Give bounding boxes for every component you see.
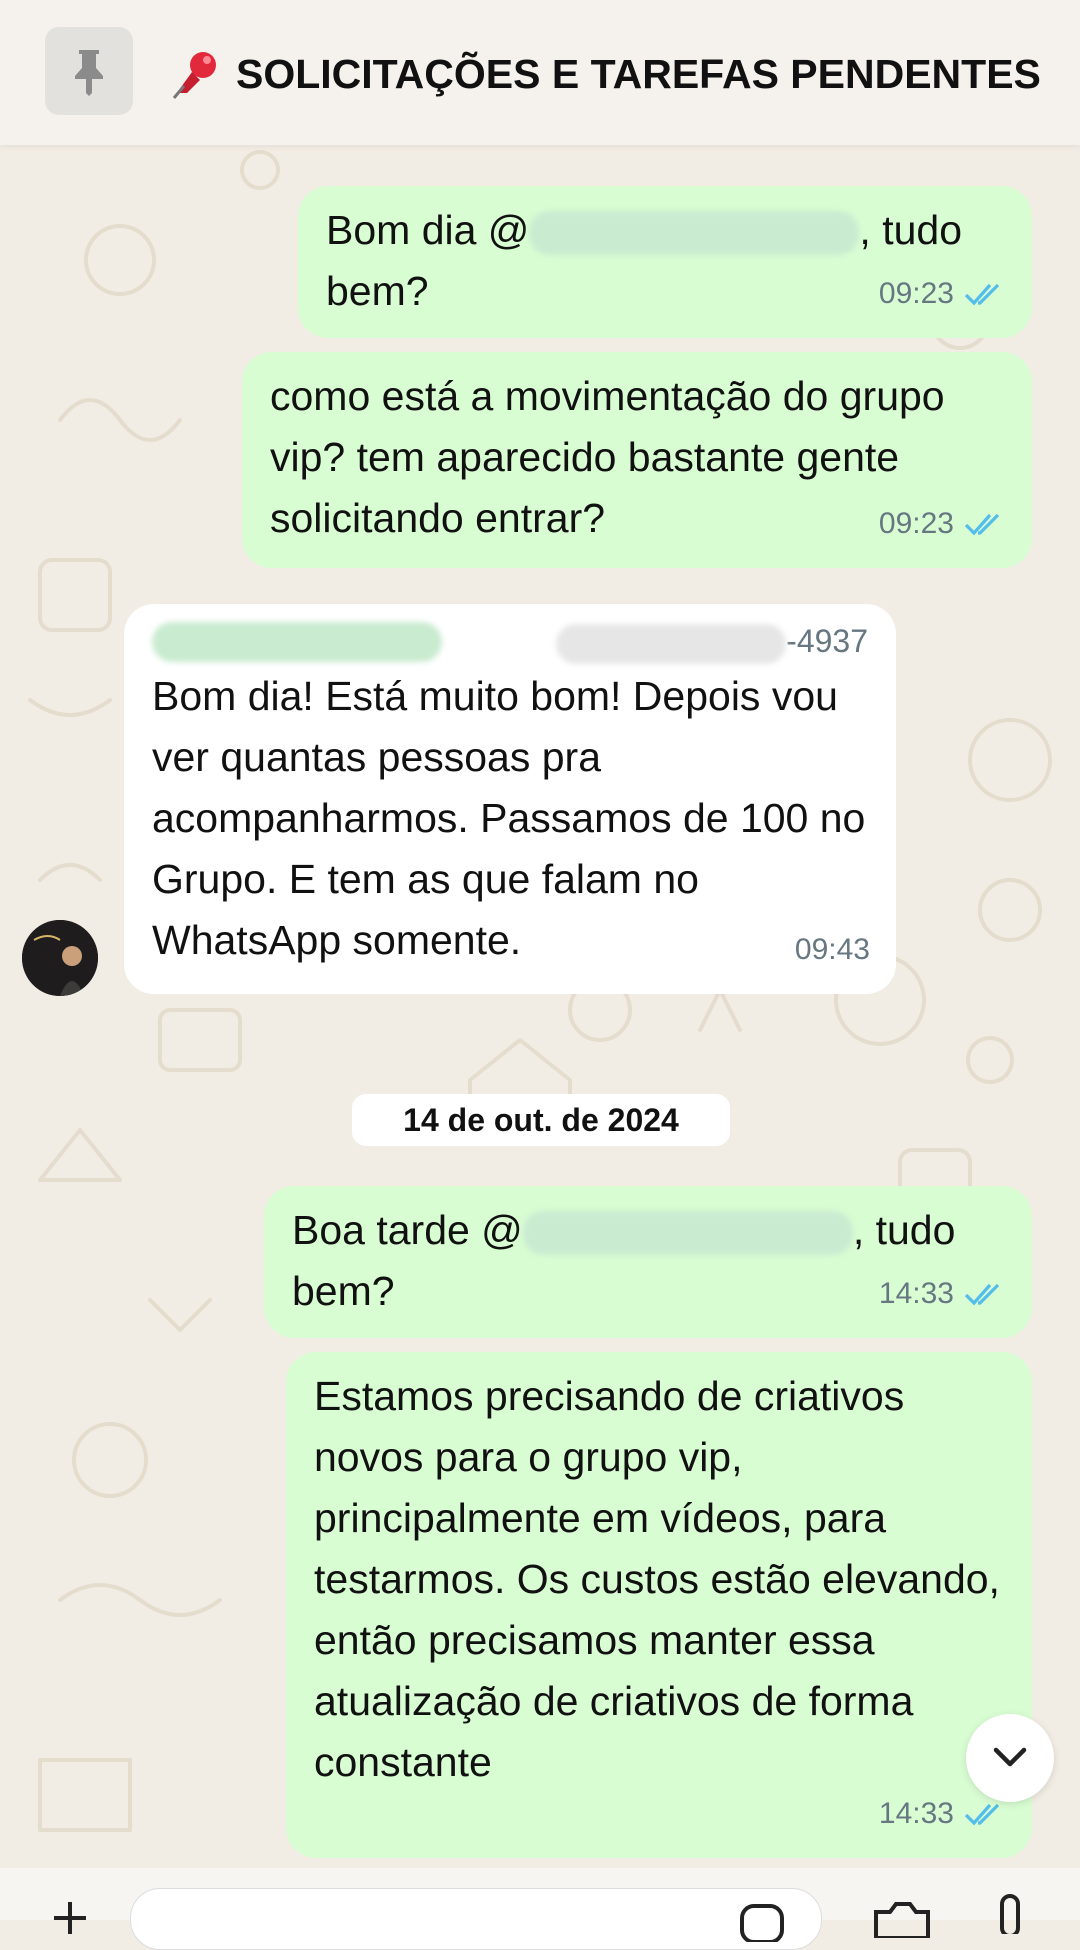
read-ticks-icon [964, 1283, 1000, 1305]
message-bubble-outgoing[interactable]: Boa tarde @, tudo bem? 14:33 [264, 1186, 1032, 1338]
read-ticks-icon [964, 1803, 1000, 1825]
message-input[interactable] [130, 1888, 822, 1950]
pinned-title-text: SOLICITAÇÕES E TAREFAS PENDENTES [236, 50, 1041, 97]
pin-button[interactable] [45, 27, 133, 115]
message-meta: 09:43 [795, 919, 870, 980]
redacted-sender-name [152, 622, 442, 662]
message-text: Estamos precisando de criativos novos pa… [314, 1373, 1000, 1785]
redacted-mention [522, 1211, 853, 1256]
sender-line: -4937 [152, 618, 868, 666]
pin-icon [75, 50, 103, 96]
sticker-icon[interactable] [738, 1902, 788, 1942]
plus-icon[interactable] [50, 1898, 90, 1938]
message-time: 14:33 [878, 1797, 954, 1830]
sender-avatar[interactable] [22, 920, 98, 996]
message-text: Bom dia! Está muito bom! Depois vou ver … [152, 673, 866, 963]
message-meta: 09:23 [879, 493, 1006, 554]
redacted-phone [556, 623, 787, 664]
message-time: 09:23 [878, 277, 954, 310]
pinned-message-bar[interactable]: SOLICITAÇÕES E TAREFAS PENDENTES [0, 0, 1080, 145]
read-ticks-icon [964, 513, 1000, 535]
message-bubble-outgoing[interactable]: como está a movimentação do grupo vip? t… [242, 352, 1032, 568]
message-bubble-outgoing[interactable]: Estamos precisando de criativos novos pa… [286, 1352, 1032, 1858]
read-ticks-icon [964, 283, 1000, 305]
message-bubble-incoming[interactable]: -4937 Bom dia! Está muito bom! Depois vo… [124, 604, 896, 994]
pinned-title: SOLICITAÇÕES E TAREFAS PENDENTES [170, 46, 1041, 102]
redacted-mention [529, 211, 860, 256]
message-bubble-outgoing[interactable]: Bom dia @, tudo bem? 09:23 [298, 186, 1032, 338]
message-time: 09:43 [794, 933, 870, 966]
message-time: 14:33 [878, 1277, 954, 1310]
avatar-image [22, 920, 98, 996]
message-meta: 14:33 [879, 1263, 1006, 1324]
message-time: 09:23 [878, 507, 954, 540]
pushpin-emoji-icon [172, 52, 216, 99]
message-input-bar [0, 1868, 1080, 1950]
date-separator: 14 de out. de 2024 [352, 1094, 730, 1146]
message-meta: 09:23 [879, 263, 1006, 324]
sender-phone: -4937 [556, 620, 868, 664]
scroll-to-bottom-button[interactable] [966, 1714, 1054, 1802]
microphone-icon[interactable] [992, 1894, 1028, 1934]
camera-icon[interactable] [870, 1898, 934, 1938]
chevron-down-icon [993, 1747, 1027, 1767]
